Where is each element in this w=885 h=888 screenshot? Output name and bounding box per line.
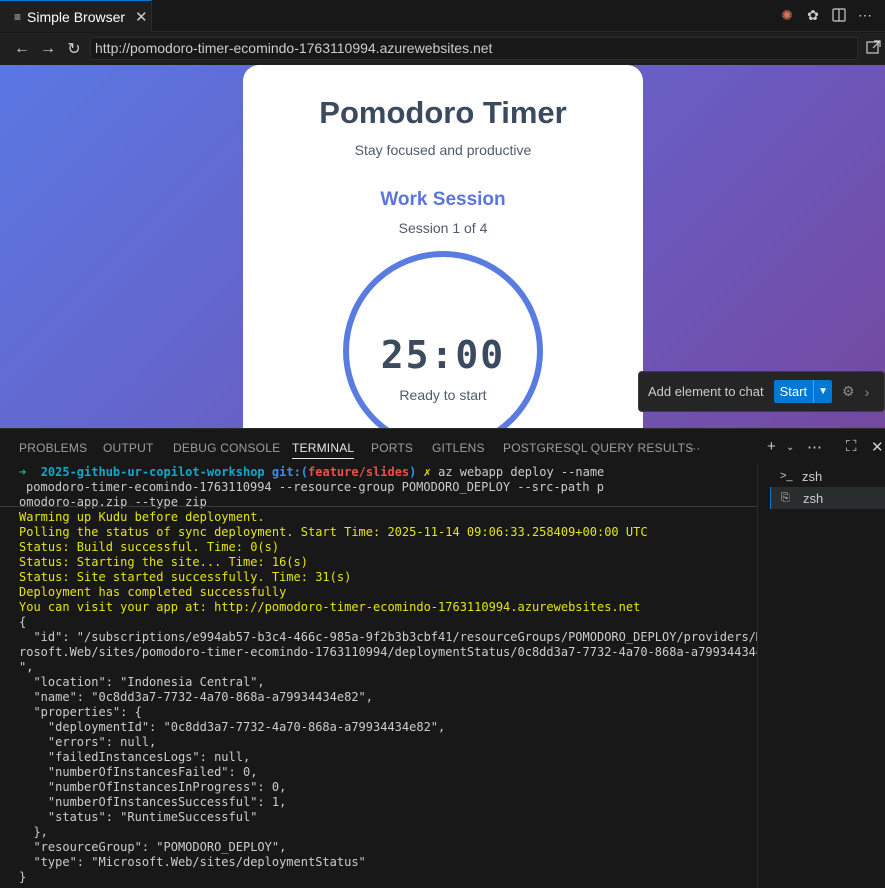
json-line: }	[19, 870, 27, 884]
session-name: zsh	[802, 468, 823, 484]
prompt-git-close: )	[409, 465, 417, 479]
terminal-divider	[0, 506, 757, 507]
log-line: Polling the status of sync deployment. S…	[19, 525, 648, 539]
page-subtitle: Stay focused and productive	[354, 142, 532, 158]
more-icon[interactable]: ⋯	[807, 438, 822, 456]
json-line: "errors": null,	[19, 735, 157, 749]
prompt-arrow: ➜	[19, 465, 27, 479]
panel-tabs: PROBLEMS OUTPUT DEBUG CONSOLE TERMINAL P…	[0, 429, 885, 464]
tab-problems[interactable]: PROBLEMS	[19, 441, 87, 455]
page-title: Pomodoro Timer	[319, 95, 567, 130]
prompt-cwd: 2025-github-ur-copilot-workshop	[40, 465, 265, 479]
deploy-json: { "id": "/subscriptions/e994ab57-b3c4-46…	[0, 615, 757, 885]
json-line: "numberOfInstancesInProgress": 0,	[19, 780, 287, 794]
open-external-icon[interactable]	[866, 40, 881, 58]
browser-viewport: Pomodoro Timer Stay focused and producti…	[0, 65, 885, 428]
json-line: "deploymentId": "0c8dd3a7-7732-4a70-868a…	[19, 720, 446, 734]
log-line: Deployment has completed successfully	[19, 585, 287, 599]
timer-status: Ready to start	[399, 387, 487, 403]
reload-icon[interactable]: ↻	[61, 39, 87, 59]
command-text: omodoro-app.zip --type zip	[19, 495, 207, 509]
log-line: Status: Build successful. Time: 0(s)	[19, 540, 280, 554]
log-line: Status: Site started successfully. Time:…	[19, 570, 352, 584]
claude-icon[interactable]: ✺	[779, 6, 795, 24]
tab-title: Simple Browser	[27, 8, 126, 25]
json-line: "id": "/subscriptions/e994ab57-b3c4-466c…	[19, 630, 757, 644]
json-line: {	[19, 615, 27, 629]
address-bar: ← → ↻ http://pomodoro-timer-ecomindo-176…	[0, 33, 885, 65]
maximize-icon[interactable]: ⛶	[846, 438, 857, 455]
json-line: "name": "0c8dd3a7-7732-4a70-868a-a799344…	[19, 690, 374, 704]
json-line: "location": "Indonesia Central",	[19, 675, 265, 689]
more-icon[interactable]: ⋯	[857, 6, 873, 24]
session-item[interactable]: >_ zsh	[770, 465, 885, 487]
log-line: You can visit your app at: http://pomodo…	[19, 600, 641, 614]
json-line: "resourceGroup": "POMODORO_DEPLOY",	[19, 840, 287, 854]
command-text: az webapp deploy --name	[438, 465, 605, 479]
terminal-chat-icon: ⎘	[781, 491, 790, 504]
log-line: Status: Starting the site... Time: 16(s)	[19, 555, 308, 569]
tab-ports[interactable]: PORTS	[371, 441, 413, 455]
prompt-branch: feature/slides	[308, 465, 410, 479]
deploy-log: Warming up Kudu before deployment. Pollin…	[0, 510, 757, 615]
gear-icon[interactable]: ⚙	[842, 383, 855, 400]
tab-debug-console[interactable]: DEBUG CONSOLE	[173, 441, 280, 455]
forward-arrow-icon[interactable]: →	[35, 40, 61, 58]
tab-gitlens[interactable]: GITLENS	[432, 441, 485, 455]
prompt-dirty: ✗	[423, 465, 431, 479]
json-line: "status": "RuntimeSuccessful"	[19, 810, 258, 824]
session-name: zsh	[803, 490, 824, 506]
tab-simple-browser[interactable]: ≡ Simple Browser ✕	[0, 0, 152, 32]
json-line: "numberOfInstancesFailed": 0,	[19, 765, 258, 779]
start-button-label[interactable]: Start	[774, 380, 815, 403]
chevron-right-icon[interactable]: ›	[865, 384, 870, 400]
editor-tab-bar: ≡ Simple Browser ✕ ✺ ✿ ⋯	[0, 0, 885, 32]
terminal-scrollbar[interactable]	[757, 465, 758, 888]
json-line: "numberOfInstancesSuccessful": 1,	[19, 795, 287, 809]
add-terminal-icon[interactable]: +	[767, 438, 776, 455]
session-item[interactable]: ⎘ zsh	[770, 487, 885, 509]
json-line: ",	[19, 660, 34, 674]
command-text: pomodoro-timer-ecomindo-1763110994 --res…	[26, 480, 604, 494]
json-line: "properties": {	[19, 705, 142, 719]
start-button[interactable]: Start ▼	[773, 380, 833, 403]
session-count: Session 1 of 4	[398, 220, 488, 236]
json-line: rosoft.Web/sites/pomodoro-timer-ecomindo…	[19, 645, 757, 659]
close-panel-icon[interactable]: ✕	[871, 438, 884, 456]
chat-popup-label: Add element to chat	[648, 384, 764, 399]
back-arrow-icon[interactable]: ←	[9, 40, 35, 58]
split-editor-icon[interactable]	[831, 6, 847, 24]
add-element-to-chat-popup: Add element to chat Start ▼ ⚙ ›	[638, 371, 885, 412]
url-input[interactable]: http://pomodoro-timer-ecomindo-176311099…	[90, 37, 858, 60]
log-line: Warming up Kudu before deployment.	[19, 510, 265, 524]
pomodoro-card: Pomodoro Timer Stay focused and producti…	[243, 65, 643, 428]
tab-output[interactable]: OUTPUT	[103, 441, 154, 455]
openai-icon[interactable]: ✿	[805, 6, 821, 24]
terminal-output[interactable]: ➜ 2025-github-ur-copilot-workshop git:(f…	[0, 465, 757, 888]
tab-postgresql-query-results[interactable]: POSTGRESQL QUERY RESULTS	[503, 441, 693, 455]
session-type: Work Session	[380, 189, 506, 210]
chevron-down-icon[interactable]: ▼	[814, 386, 832, 397]
close-icon[interactable]: ✕	[135, 8, 148, 26]
tab-terminal[interactable]: TERMINAL	[292, 441, 355, 459]
chevron-down-icon[interactable]: ⌄	[786, 442, 794, 453]
bottom-panel: PROBLEMS OUTPUT DEBUG CONSOLE TERMINAL P…	[0, 428, 885, 888]
json-line: "failedInstancesLogs": null,	[19, 750, 251, 764]
menu-lines-icon: ≡	[14, 9, 22, 24]
json-line: "type": "Microsoft.Web/sites/deploymentS…	[19, 855, 366, 869]
prompt-git-label: git:(	[271, 465, 309, 479]
terminal-sessions: >_ zsh ⎘ zsh	[770, 465, 885, 509]
more-tabs-icon[interactable]: ···	[688, 441, 701, 455]
timer-display: 25:00	[380, 333, 506, 377]
terminal-icon: >_	[780, 470, 793, 482]
json-line: },	[19, 825, 48, 839]
